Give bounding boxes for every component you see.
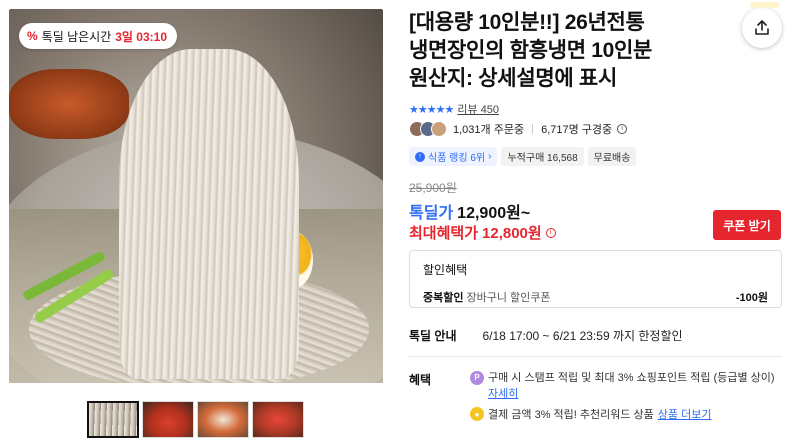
deal-price: 12,900원~ (457, 205, 531, 222)
discount-row: 중복할인 장바구니 할인쿠폰 -100원 (423, 289, 768, 305)
notice-value: 6/18 17:00 ~ 6/21 23:59 까지 한정할인 (482, 329, 683, 343)
discount-box: 할인혜택 중복할인 장바구니 할인쿠폰 -100원 (409, 250, 782, 308)
rating-row: ★★★★★ 리뷰 450 (409, 101, 499, 117)
shipping-tag: 무료배송 (587, 147, 637, 166)
thumbnail-strip (87, 401, 304, 438)
deal-timer-badge: % 톡딜 남은시간 3일 03:10 (19, 23, 177, 49)
thumbnail-3[interactable] (197, 401, 249, 438)
point-coin-icon: P (470, 371, 484, 385)
max-benefit-label: 최대혜택가 (409, 225, 479, 242)
discount-amount: -100원 (735, 292, 768, 304)
benefit-text: 구매 시 스탬프 적립 및 최대 3% 쇼핑포인트 적립 (등급별 상이) (488, 372, 775, 384)
thumbnail-4[interactable] (252, 401, 304, 438)
max-benefit-row: 최대혜택가 12,800원 i (409, 222, 556, 243)
buyer-avatars (409, 121, 447, 137)
ranking-tag[interactable]: ↑ 식품 랭킹 6위 › (409, 147, 498, 166)
star-rating-icon: ★★★★★ (409, 103, 454, 116)
deal-price-row: 톡딜가 12,900원~ (409, 199, 530, 223)
chevron-right-icon: › (488, 151, 492, 162)
tag-row: ↑ 식품 랭킹 6위 › 누적구매 16,568 무료배송 (409, 147, 637, 166)
max-benefit-price: 12,800원 (482, 225, 542, 242)
title-line: 원산지: 상세설명에 표시 (409, 67, 617, 90)
orders-row: 1,031개 주문중 6,717명 구경중 i (409, 121, 628, 137)
thumbnail-2[interactable] (142, 401, 194, 438)
coupon-button[interactable]: 쿠폰 받기 (713, 210, 781, 240)
noodles-lifted-graphic (119, 49, 299, 379)
discount-row-desc: 장바구니 할인쿠폰 (466, 292, 551, 304)
discount-title: 할인혜택 (423, 263, 468, 277)
timer-label: 톡딜 남은시간 (41, 29, 112, 44)
divider (409, 356, 782, 357)
share-button[interactable] (742, 2, 782, 48)
info-icon[interactable]: i (545, 227, 556, 238)
ranking-label: 식품 랭킹 6위 (428, 153, 486, 164)
reward-coin-icon: ● (470, 407, 484, 421)
percent-icon: % (27, 29, 38, 43)
product-main-image[interactable]: % 톡딜 남은시간 3일 03:10 (9, 9, 383, 383)
benefit-text: 결제 금액 3% 적립! 추천리워드 상품 (488, 409, 654, 421)
thumbnail-1[interactable] (87, 401, 139, 438)
more-products-link[interactable]: 상품 더보기 (658, 406, 712, 422)
ordering-count: 1,031개 주문중 (453, 124, 525, 136)
divider (532, 124, 534, 134)
title-line: [대용량 10인분!!] 26년전통 (409, 11, 645, 34)
benefit-item-points: P 구매 시 스탬프 적립 및 최대 3% 쇼핑포인트 적립 (등급별 상이) … (470, 370, 782, 402)
discount-row-label: 중복할인 (423, 292, 464, 304)
notice-label: 톡딜 안내 (409, 329, 457, 343)
original-price: 25,900원 (409, 181, 457, 195)
details-link[interactable]: 자세히 (488, 388, 518, 400)
title-line: 냉면장인의 함흥냉면 10인분 (409, 39, 653, 62)
review-link[interactable]: 리뷰 450 (457, 101, 499, 117)
timer-value: 3일 03:10 (115, 29, 167, 44)
product-title: [대용량 10인분!!] 26년전통 냉면장인의 함흥냉면 10인분 원산지: … (409, 9, 729, 93)
deal-notice-row: 톡딜 안내 6/18 17:00 ~ 6/21 23:59 까지 한정할인 (409, 327, 683, 344)
benefit-item-reward: ● 결제 금액 3% 적립! 추천리워드 상품 상품 더보기 (470, 406, 711, 422)
kimchi-graphic (9, 69, 129, 139)
share-icon (755, 20, 769, 35)
watching-count: 6,717명 구경중 (541, 124, 613, 136)
deal-price-label: 톡딜가 (409, 205, 454, 222)
benefit-label: 혜택 (409, 373, 432, 387)
rank-icon: ↑ (415, 151, 425, 162)
info-icon[interactable]: i (617, 124, 628, 134)
cumulative-tag: 누적구매 16,568 (501, 147, 584, 166)
avatar (431, 121, 447, 137)
